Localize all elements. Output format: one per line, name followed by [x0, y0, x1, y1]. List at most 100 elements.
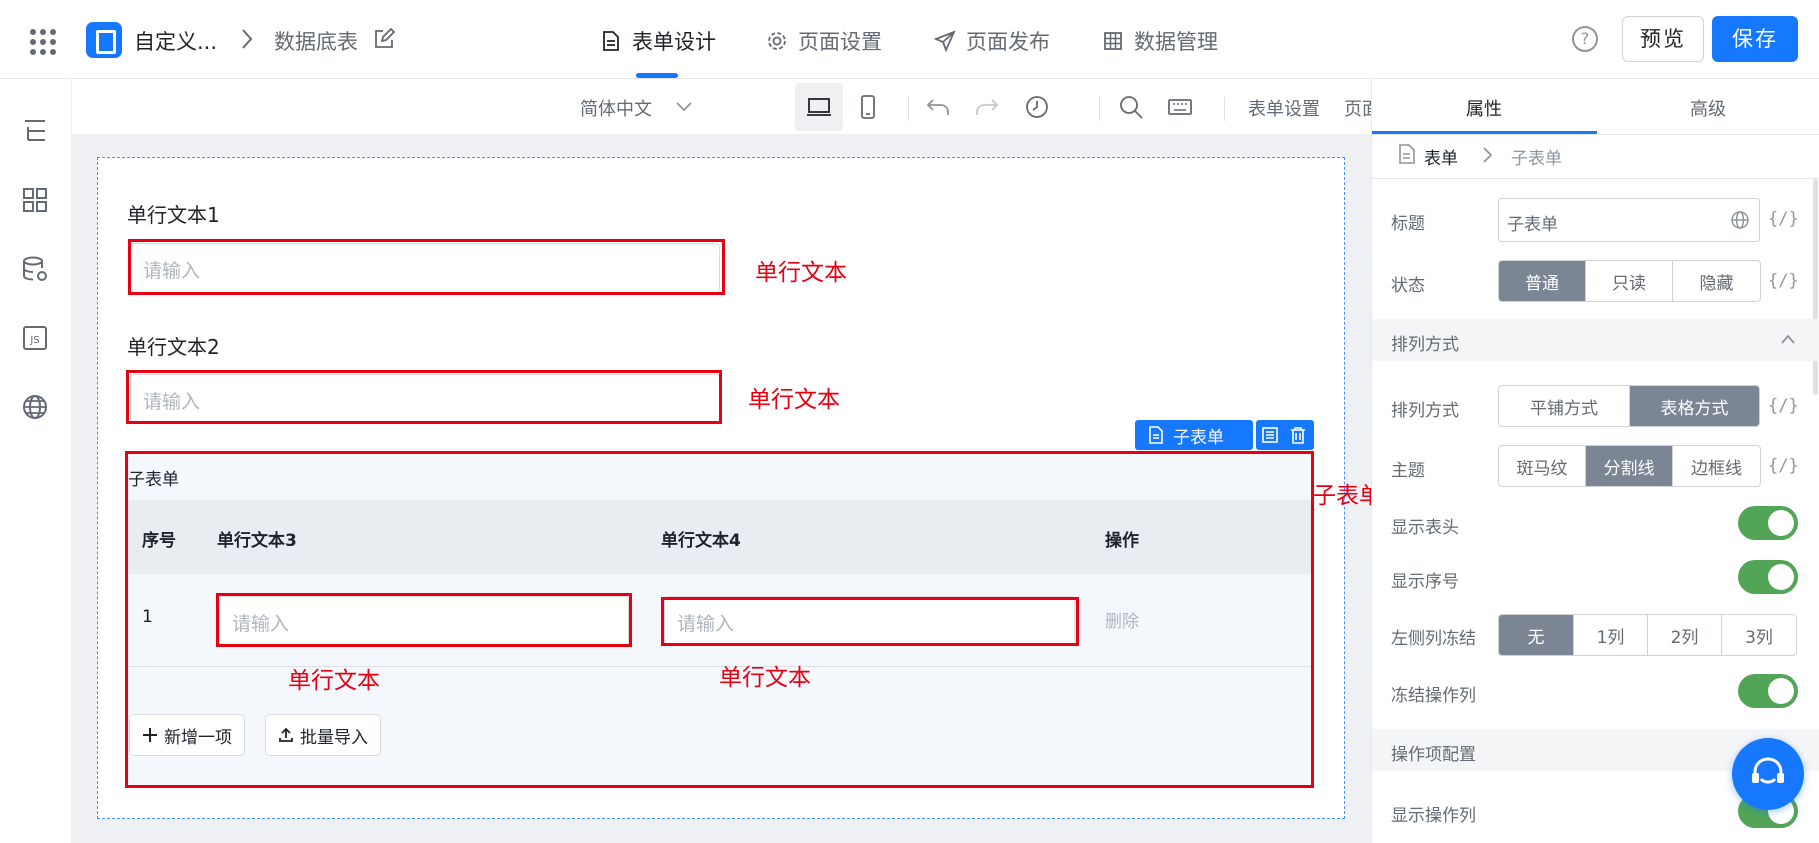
theme-option-divider[interactable]: 分割线 [1586, 446, 1673, 486]
toolbar-divider [1224, 97, 1225, 121]
left-sidebar: JS [0, 79, 72, 843]
section-layout[interactable]: 排列方式 [1372, 319, 1819, 361]
copy-icon[interactable] [1260, 425, 1280, 445]
app-logo-icon [86, 22, 122, 58]
chevron-up-icon[interactable] [1780, 333, 1796, 345]
keyboard-icon[interactable] [1166, 93, 1194, 121]
tab-form-design-label: 表单设计 [632, 30, 716, 54]
show-header-toggle[interactable] [1738, 506, 1798, 540]
globe-icon[interactable] [20, 392, 50, 422]
status-segmented[interactable]: 普通 只读 隐藏 [1498, 260, 1761, 302]
breadcrumb-page: 数据底表 [274, 30, 358, 54]
app-name[interactable]: 自定义... [134, 26, 217, 56]
freeze-option-3[interactable]: 3列 [1722, 615, 1796, 655]
title-value: 子表单 [1507, 215, 1558, 235]
status-option-readonly[interactable]: 只读 [1586, 261, 1673, 301]
outline-tree-icon[interactable] [20, 116, 50, 146]
edit-icon[interactable] [373, 28, 395, 50]
help-icon[interactable]: ? [1572, 26, 1598, 52]
subform-tag-label: 子表单 [1173, 427, 1224, 448]
layout-expression-button[interactable]: {/} [1768, 396, 1799, 416]
preview-button[interactable]: 预览 [1622, 16, 1704, 62]
mobile-icon[interactable] [854, 93, 882, 121]
layout-label: 排列方式 [1391, 401, 1459, 421]
customer-service-button[interactable] [1732, 738, 1804, 810]
js-script-icon[interactable]: JS [20, 323, 50, 353]
show-index-label: 显示序号 [1391, 572, 1459, 592]
tab-advanced[interactable]: 高级 [1596, 95, 1819, 121]
property-panel: 属性 高级 表单 子表单 标题 子表单 {/} 状态 普通 只读 隐藏 {/} … [1371, 79, 1819, 843]
layout-segmented[interactable]: 平铺方式 表格方式 [1498, 385, 1760, 427]
send-icon [934, 30, 956, 52]
tab-page-settings[interactable]: 页面设置 [766, 26, 882, 56]
tab-data-management[interactable]: 数据管理 [1102, 26, 1218, 56]
freeze-option-none[interactable]: 无 [1499, 615, 1574, 655]
theme-expression-button[interactable]: {/} [1768, 456, 1799, 476]
active-tab-indicator [636, 73, 678, 78]
search-icon[interactable] [1117, 93, 1145, 121]
tab-page-publish[interactable]: 页面发布 [934, 26, 1050, 56]
app-grid-icon[interactable] [30, 29, 56, 55]
form-settings-link[interactable]: 表单设置 [1248, 95, 1320, 121]
title-input[interactable]: 子表单 [1498, 198, 1760, 242]
language-select[interactable]: 简体中文 [580, 95, 652, 121]
chevron-right-icon [242, 29, 253, 49]
redo-icon[interactable] [973, 93, 1001, 121]
tab-form-design[interactable]: 表单设计 [600, 26, 716, 56]
gear-icon [768, 32, 786, 50]
theme-option-border[interactable]: 边框线 [1673, 446, 1760, 486]
tab-properties[interactable]: 属性 [1372, 95, 1596, 121]
annotation-label-field1: 单行文本 [755, 260, 847, 286]
chevron-right-icon [1483, 147, 1493, 163]
status-option-hidden[interactable]: 隐藏 [1673, 261, 1760, 301]
freeze-action-toggle[interactable] [1738, 674, 1798, 708]
annotation-box-field2 [126, 370, 722, 424]
status-label: 状态 [1391, 276, 1425, 296]
status-expression-button[interactable]: {/} [1768, 271, 1799, 291]
globe-icon[interactable] [1730, 210, 1750, 230]
form-doc-icon [1399, 144, 1415, 164]
panel-divider [1372, 134, 1819, 135]
tab-page-publish-label: 页面发布 [966, 30, 1050, 54]
show-index-toggle[interactable] [1738, 560, 1798, 594]
document-icon [603, 31, 619, 51]
headset-icon [1752, 757, 1784, 784]
history-clock-icon[interactable] [1023, 93, 1051, 121]
field1-label: 单行文本1 [127, 203, 220, 227]
desktop-icon[interactable] [805, 93, 833, 121]
annotation-box-field1 [128, 239, 725, 295]
svg-text:JS: JS [29, 335, 39, 346]
tab-data-management-label: 数据管理 [1134, 30, 1218, 54]
layout-option-tile[interactable]: 平铺方式 [1499, 386, 1630, 426]
subform-actions [1256, 420, 1314, 450]
trash-icon[interactable] [1288, 425, 1308, 445]
components-grid-icon[interactable] [20, 185, 50, 215]
panel-scrollbar[interactable] [1813, 179, 1818, 395]
canvas-toolbar: 简体中文 表单设置 页面属性 [72, 79, 1416, 135]
section-layout-title: 排列方式 [1391, 335, 1459, 355]
freeze-action-label: 冻结操作列 [1391, 686, 1476, 706]
panel-breadcrumb-root[interactable]: 表单 [1424, 144, 1458, 169]
save-button[interactable]: 保存 [1712, 16, 1798, 62]
freeze-option-1[interactable]: 1列 [1574, 615, 1648, 655]
status-option-normal[interactable]: 普通 [1499, 261, 1586, 301]
subform-icon [1149, 426, 1163, 444]
data-source-icon[interactable] [20, 254, 50, 284]
subform-selected-tag[interactable]: 子表单 [1135, 420, 1253, 450]
freeze-segmented[interactable]: 无 1列 2列 3列 [1498, 614, 1797, 656]
theme-option-zebra[interactable]: 斑马纹 [1499, 446, 1586, 486]
theme-label: 主题 [1391, 461, 1425, 481]
undo-icon[interactable] [924, 93, 952, 121]
section-actions-title: 操作项配置 [1391, 745, 1476, 765]
toolbar-divider [1099, 97, 1100, 121]
chevron-down-icon[interactable] [675, 101, 693, 113]
table-icon [1104, 32, 1122, 50]
layout-option-table[interactable]: 表格方式 [1630, 386, 1759, 426]
theme-segmented[interactable]: 斑马纹 分割线 边框线 [1498, 445, 1761, 487]
top-bar: 自定义... 数据底表 表单设计 页面设置 页面发布 数据管理 ? 预览 保存 [0, 0, 1819, 79]
freeze-left-label: 左侧列冻结 [1391, 629, 1476, 649]
show-header-label: 显示表头 [1391, 518, 1459, 538]
toolbar-divider [908, 97, 909, 121]
title-expression-button[interactable]: {/} [1768, 209, 1799, 229]
freeze-option-2[interactable]: 2列 [1648, 615, 1722, 655]
